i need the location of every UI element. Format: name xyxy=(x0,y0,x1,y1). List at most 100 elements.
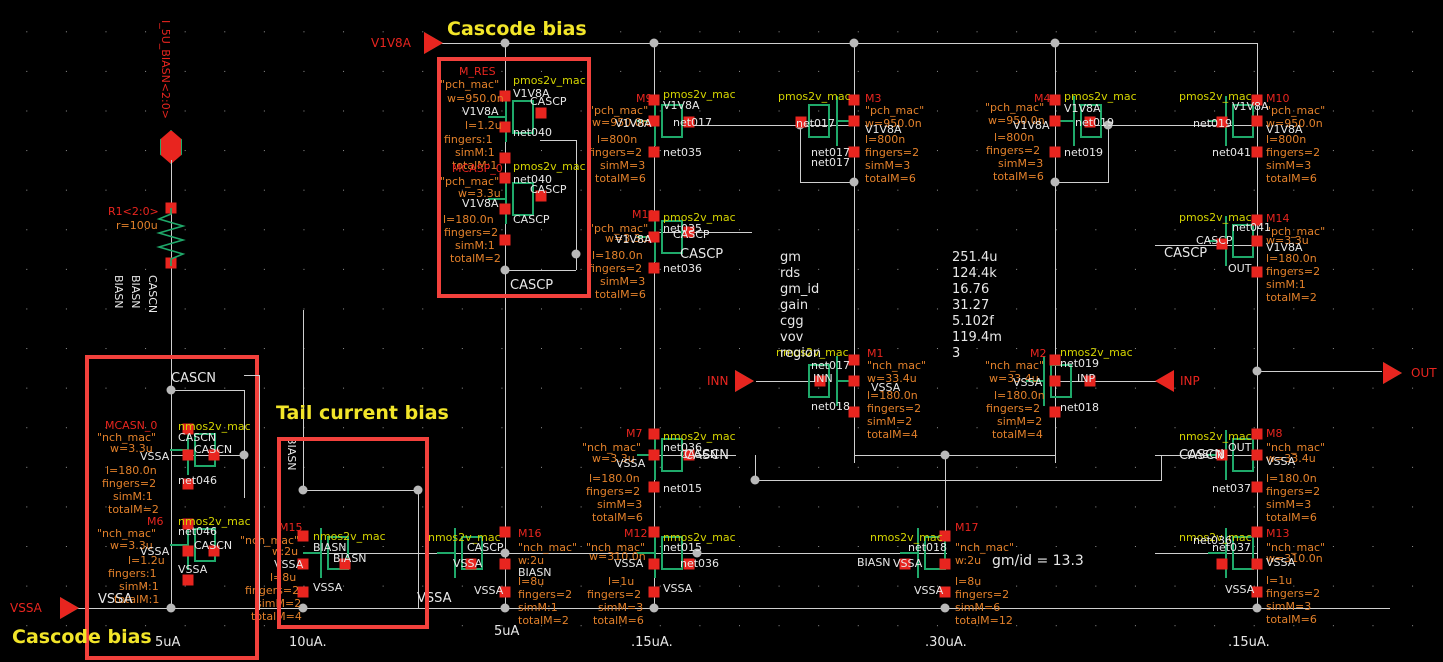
net-s: VSSA xyxy=(1225,583,1255,596)
gmid-note: gm/id = 13.3 xyxy=(992,553,1084,569)
param: fingers=2 xyxy=(865,146,920,159)
net-g: VSSA xyxy=(453,557,483,570)
param: w:2u xyxy=(955,554,982,567)
param: simM=3 xyxy=(865,159,911,172)
pin[interactable] xyxy=(648,558,660,570)
schematic-canvas[interactable]: V1V8A INN INP OUT VSSA I_5U_BIASN<2:0> R… xyxy=(0,0,1443,662)
pin[interactable] xyxy=(1251,526,1263,538)
net-d: net019 xyxy=(1060,357,1100,370)
pin[interactable] xyxy=(848,354,860,366)
pin[interactable] xyxy=(1251,449,1263,461)
caption-cascode-bias-bottom: Cascode bias xyxy=(12,626,152,648)
resistor-symbol xyxy=(156,208,186,266)
net-b: net036 xyxy=(680,557,720,570)
pin[interactable] xyxy=(648,586,660,598)
pin[interactable] xyxy=(1251,146,1263,158)
io-pin-vssa[interactable] xyxy=(60,597,79,619)
net-g: VSSA xyxy=(871,381,901,394)
pin[interactable] xyxy=(1216,558,1228,570)
pin[interactable] xyxy=(1049,146,1061,158)
param: fingers=2 xyxy=(867,402,922,415)
pin[interactable] xyxy=(1251,266,1263,278)
pin[interactable] xyxy=(848,375,860,387)
pin[interactable] xyxy=(648,526,660,538)
net-g: V1V8A xyxy=(1266,123,1303,136)
net-d: V1V8A xyxy=(1232,100,1269,113)
pin[interactable] xyxy=(648,481,660,493)
net-d: net041 xyxy=(1232,221,1272,234)
op-param: gm_id xyxy=(780,282,820,297)
param: l=800n xyxy=(597,133,638,146)
pin[interactable] xyxy=(1049,94,1061,106)
io-pin-inp[interactable] xyxy=(1155,370,1174,392)
instance-name: M11 xyxy=(632,208,656,221)
current-source-label: I_5U_BIASN<2:0> xyxy=(159,20,172,119)
net-s: net018 xyxy=(811,400,851,413)
param: simM=3 xyxy=(600,275,646,288)
param: fingers=2 xyxy=(518,588,573,601)
op-param: region xyxy=(780,346,822,361)
pin[interactable] xyxy=(1251,558,1263,570)
pin[interactable] xyxy=(1049,115,1061,127)
net-s: VSSA xyxy=(474,584,504,597)
pin-label-v1v8a: V1V8A xyxy=(371,36,411,50)
net-g: V1V8A xyxy=(1266,241,1303,254)
io-pin-out[interactable] xyxy=(1383,362,1402,384)
net-d: V1V8A xyxy=(1064,102,1101,115)
op-value: 16.76 xyxy=(952,282,990,297)
pin[interactable] xyxy=(1251,481,1263,493)
param: totalM=6 xyxy=(595,172,646,185)
net-s: OUT xyxy=(1228,262,1252,275)
side-label-biasn-2: BIASN xyxy=(129,275,142,309)
caption-cascode-bias-top: Cascode bias xyxy=(447,18,587,40)
op-param: gm xyxy=(780,250,801,265)
pin[interactable] xyxy=(1251,115,1263,127)
net-g: VSSA xyxy=(893,557,923,570)
pin[interactable] xyxy=(499,558,511,570)
param: totalM=12 xyxy=(955,614,1013,627)
pin[interactable] xyxy=(939,558,951,570)
net-s: net015 xyxy=(663,482,703,495)
net-g: V1V8A xyxy=(1013,119,1050,132)
net-g: V1V8A xyxy=(615,117,652,130)
param: simM=3 xyxy=(598,601,644,614)
caption-tail-current-bias: Tail current bias xyxy=(276,402,449,424)
net-d: net015 xyxy=(663,541,703,554)
pin[interactable] xyxy=(848,406,860,418)
pin[interactable] xyxy=(1251,235,1263,247)
net-s: VSSA xyxy=(914,584,944,597)
pin[interactable] xyxy=(648,428,660,440)
pin[interactable] xyxy=(848,146,860,158)
pin[interactable] xyxy=(499,526,511,538)
net-g: VSSA xyxy=(1266,556,1296,569)
current-label: 5uA xyxy=(494,624,520,639)
net-g: VSSA xyxy=(1266,455,1296,468)
io-pin-inn[interactable] xyxy=(735,370,754,392)
pin[interactable] xyxy=(848,115,860,127)
param: totalM=2 xyxy=(1266,291,1317,304)
param: l=180.0n xyxy=(1266,472,1317,485)
param: l=180.0n xyxy=(994,389,1045,402)
current-label: 10uA. xyxy=(289,635,327,650)
pin[interactable] xyxy=(648,262,660,274)
pin-label-inn: INN xyxy=(707,374,729,388)
resistor-name: R1<2:0> xyxy=(108,205,159,218)
pin[interactable] xyxy=(648,449,660,461)
param: simM=3 xyxy=(1266,600,1312,613)
pin[interactable] xyxy=(1251,428,1263,440)
pin[interactable] xyxy=(648,146,660,158)
highlight-box-tail-current-bias xyxy=(277,437,429,629)
pin[interactable] xyxy=(1049,406,1061,418)
net-b: net019 xyxy=(1193,117,1233,130)
op-value: 5.102f xyxy=(952,314,994,329)
instance-name: M8 xyxy=(1266,427,1283,440)
param: totalM=6 xyxy=(592,511,643,524)
model-name: "nch_mac" xyxy=(985,359,1045,372)
pin[interactable] xyxy=(1049,375,1061,387)
io-pin-v1v8a[interactable] xyxy=(424,32,443,54)
param: fingers=2 xyxy=(986,402,1041,415)
current-label: .15uA. xyxy=(1228,635,1270,650)
param: fingers=2 xyxy=(1266,146,1321,159)
net-s: net035 xyxy=(663,146,703,159)
pin[interactable] xyxy=(1049,354,1061,366)
